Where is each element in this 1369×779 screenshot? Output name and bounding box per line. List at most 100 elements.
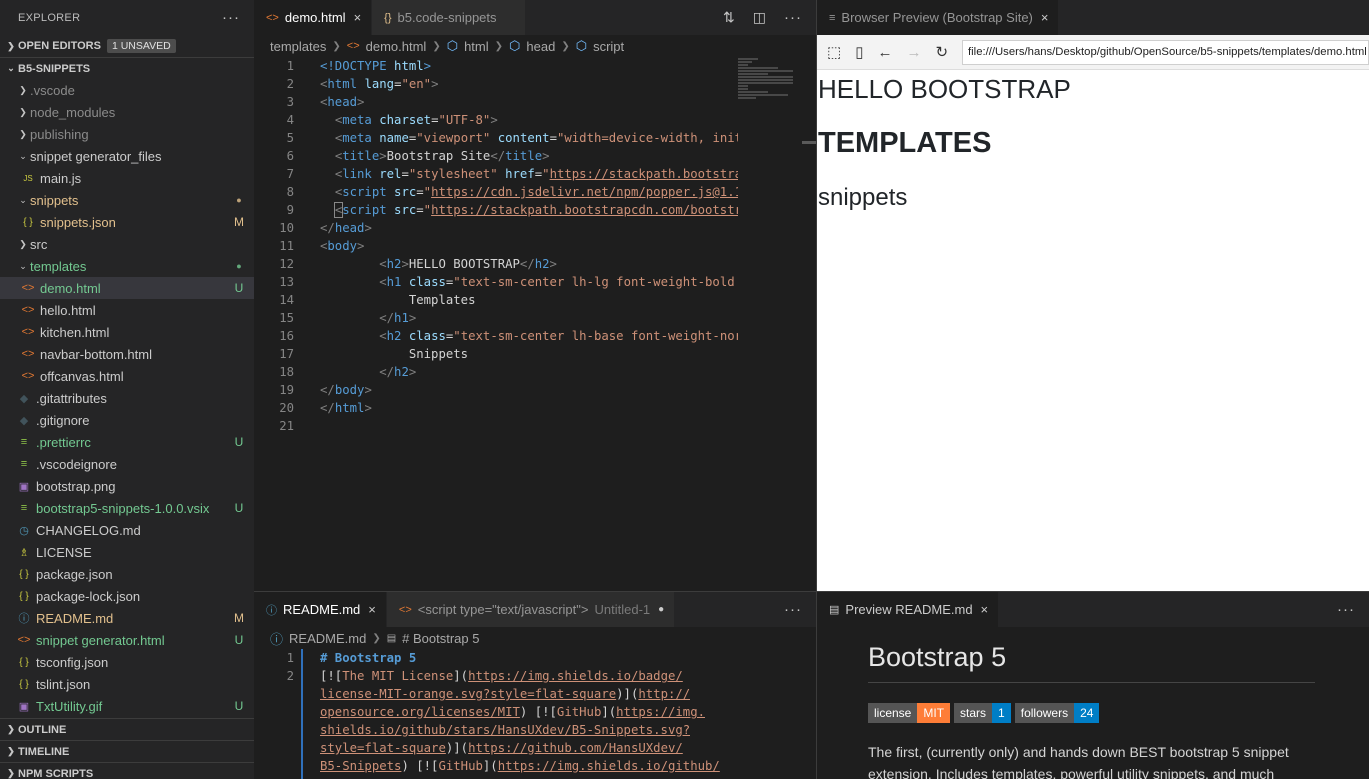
followers-shield[interactable]: followers 24: [1014, 703, 1100, 723]
minimap[interactable]: [738, 57, 800, 117]
line-number: 11: [279, 239, 294, 253]
breadcrumb-item[interactable]: script: [593, 39, 624, 54]
forward-arrow-icon[interactable]: →: [906, 44, 921, 61]
breadcrumb-item[interactable]: templates: [270, 39, 326, 54]
file-tree-item[interactable]: ◆ .gitattributes: [0, 387, 254, 409]
more-actions-icon[interactable]: ···: [222, 9, 240, 26]
license-shield[interactable]: license MIT: [868, 703, 951, 723]
unsaved-dot-icon[interactable]: ●: [658, 604, 664, 615]
close-icon[interactable]: ×: [1041, 10, 1049, 25]
file-tree-item[interactable]: ❯ node_modules: [0, 101, 254, 123]
line-number: 12: [279, 257, 294, 271]
reload-icon[interactable]: ↻: [935, 43, 948, 61]
file-tree-item[interactable]: ≡ .prettierrc U: [0, 431, 254, 453]
back-arrow-icon[interactable]: ←: [877, 44, 892, 61]
file-tree-item[interactable]: <> snippet generator.html U: [0, 629, 254, 651]
file-tree-item[interactable]: ❯ src: [0, 233, 254, 255]
preview-title: Bootstrap 5: [868, 640, 1315, 683]
more-actions-icon[interactable]: ···: [1337, 601, 1355, 618]
line-number: 19: [279, 383, 294, 397]
file-tree-item[interactable]: { } package-lock.json: [0, 585, 254, 607]
file-tree-item[interactable]: ❯ .vscode: [0, 79, 254, 101]
project-section[interactable]: ⌄ B5-SNIPPETS: [0, 57, 254, 79]
file-tree-item[interactable]: { } snippets.json M: [0, 211, 254, 233]
file-tree-item[interactable]: { } package.json: [0, 563, 254, 585]
breadcrumb-item[interactable]: html: [464, 39, 489, 54]
file-tree-item[interactable]: ⌄ snippets ●: [0, 189, 254, 211]
html-file-icon: <>: [266, 11, 279, 24]
file-tree-item[interactable]: <> hello.html: [0, 299, 254, 321]
chevron-right-icon: ❯: [19, 84, 27, 95]
breadcrumb-item[interactable]: head: [526, 39, 555, 54]
code-editor[interactable]: 1 <!DOCTYPE html> 2 <html lang="en"> 3 <hea…: [254, 57, 738, 437]
file-tree-item[interactable]: { } tsconfig.json: [0, 651, 254, 673]
tab-b5-code-snippets[interactable]: {} b5.code-snippets: [372, 0, 526, 35]
tab-preview-readme[interactable]: ▤ Preview README.md ×: [817, 592, 1000, 627]
tab-browser-preview[interactable]: ≡ Browser Preview (Bootstrap Site) ×: [817, 0, 1060, 35]
file-tree-item[interactable]: <> kitchen.html: [0, 321, 254, 343]
code-editor[interactable]: 1 # Bootstrap 5 2 [![The MIT License](http…: [254, 649, 730, 775]
editor-tabbar: ⓘ README.md × <> <script type="text/java…: [254, 592, 816, 627]
tab-untitled-1[interactable]: <> <script type="text/javascript"> Untit…: [386, 592, 676, 627]
git-file-icon: ◆: [19, 414, 29, 427]
git-status-badge: U: [234, 281, 244, 295]
tab-readme-md[interactable]: ⓘ README.md ×: [254, 592, 387, 627]
url-input[interactable]: file:///Users/hans/Desktop/github/OpenSo…: [962, 39, 1369, 65]
device-icon[interactable]: ▯: [855, 43, 863, 61]
inspect-icon[interactable]: ⬚: [827, 43, 841, 61]
file-tree-item[interactable]: { } tslint.json: [0, 673, 254, 695]
code-line: 21: [254, 417, 738, 435]
chevron-down-icon: ⌄: [7, 63, 15, 73]
file-tree-item[interactable]: JS main.js: [0, 167, 254, 189]
symbol-icon: ⬡: [509, 38, 521, 53]
file-tree-item[interactable]: ◷ CHANGELOG.md: [0, 519, 254, 541]
line-number: 15: [279, 311, 294, 325]
more-actions-icon[interactable]: ···: [784, 601, 802, 618]
tab-demo-html[interactable]: <> demo.html ×: [254, 0, 373, 35]
file-name: kitchen.html: [40, 324, 110, 340]
file-tree-item[interactable]: ▣ bootstrap.png: [0, 475, 254, 497]
file-name: node_modules: [30, 104, 116, 120]
code-line: shields.io/github/stars/HansUXdev/B5-Sni…: [254, 721, 730, 739]
file-tree-item[interactable]: ⌄ templates ●: [0, 255, 254, 277]
file-tree-item[interactable]: ♗ LICENSE: [0, 541, 254, 563]
file-tree-item[interactable]: <> offcanvas.html: [0, 365, 254, 387]
file-name: .vscodeignore: [36, 456, 117, 472]
code-text: <!DOCTYPE html>: [320, 59, 432, 73]
file-tree-item[interactable]: ⌄ snippet generator_files: [0, 145, 254, 167]
file-tree-item[interactable]: ▣ TxtUtility.gif U: [0, 695, 254, 717]
file-tree-item[interactable]: ≡ .vscodeignore: [0, 453, 254, 475]
file-tree-item[interactable]: ≡ bootstrap5-snippets-1.0.0.vsix U: [0, 497, 254, 519]
breadcrumb-item[interactable]: README.md: [289, 631, 366, 646]
scrollbar-marker[interactable]: [802, 141, 816, 144]
outline-section[interactable]: ❯ OUTLINE: [0, 718, 254, 740]
code-line: 18 </h2>: [254, 363, 738, 381]
split-editor-icon[interactable]: ◫: [753, 9, 766, 26]
stars-shield[interactable]: stars 1: [954, 703, 1011, 723]
file-tree-item[interactable]: ◆ .gitignore: [0, 409, 254, 431]
close-icon[interactable]: ×: [354, 10, 362, 25]
file-tree-item[interactable]: ⓘ README.md M: [0, 607, 254, 629]
file-tree-item[interactable]: ❯ publishing: [0, 123, 254, 145]
open-editors-section[interactable]: ❯ OPEN EDITORS 1 UNSAVED: [0, 35, 254, 57]
close-icon[interactable]: ×: [981, 602, 989, 617]
chevron-right-icon: ❯: [7, 40, 15, 51]
npm-scripts-section[interactable]: ❯ NPM SCRIPTS: [0, 762, 254, 779]
code-line: 1 # Bootstrap 5: [254, 649, 730, 667]
open-changes-icon[interactable]: ⇅: [723, 9, 735, 26]
file-name: navbar-bottom.html: [40, 346, 152, 362]
line-number: 14: [279, 293, 294, 307]
file-name: snippets: [30, 192, 79, 208]
timeline-section[interactable]: ❯ TIMELINE: [0, 740, 254, 762]
code-line: 20 </html>: [254, 399, 738, 417]
breadcrumb-item[interactable]: # Bootstrap 5: [402, 631, 479, 646]
info-icon: ⓘ: [270, 631, 284, 647]
file-tree-item[interactable]: <> demo.html U: [0, 277, 254, 299]
more-actions-icon[interactable]: ···: [784, 9, 802, 26]
symbol-icon: ⬡: [446, 38, 459, 53]
close-icon[interactable]: ×: [368, 602, 376, 617]
file-name: .gitignore: [36, 412, 90, 428]
breadcrumb-item[interactable]: demo.html: [366, 39, 427, 54]
file-tree-item[interactable]: <> navbar-bottom.html: [0, 343, 254, 365]
code-text: </body>: [320, 383, 372, 397]
